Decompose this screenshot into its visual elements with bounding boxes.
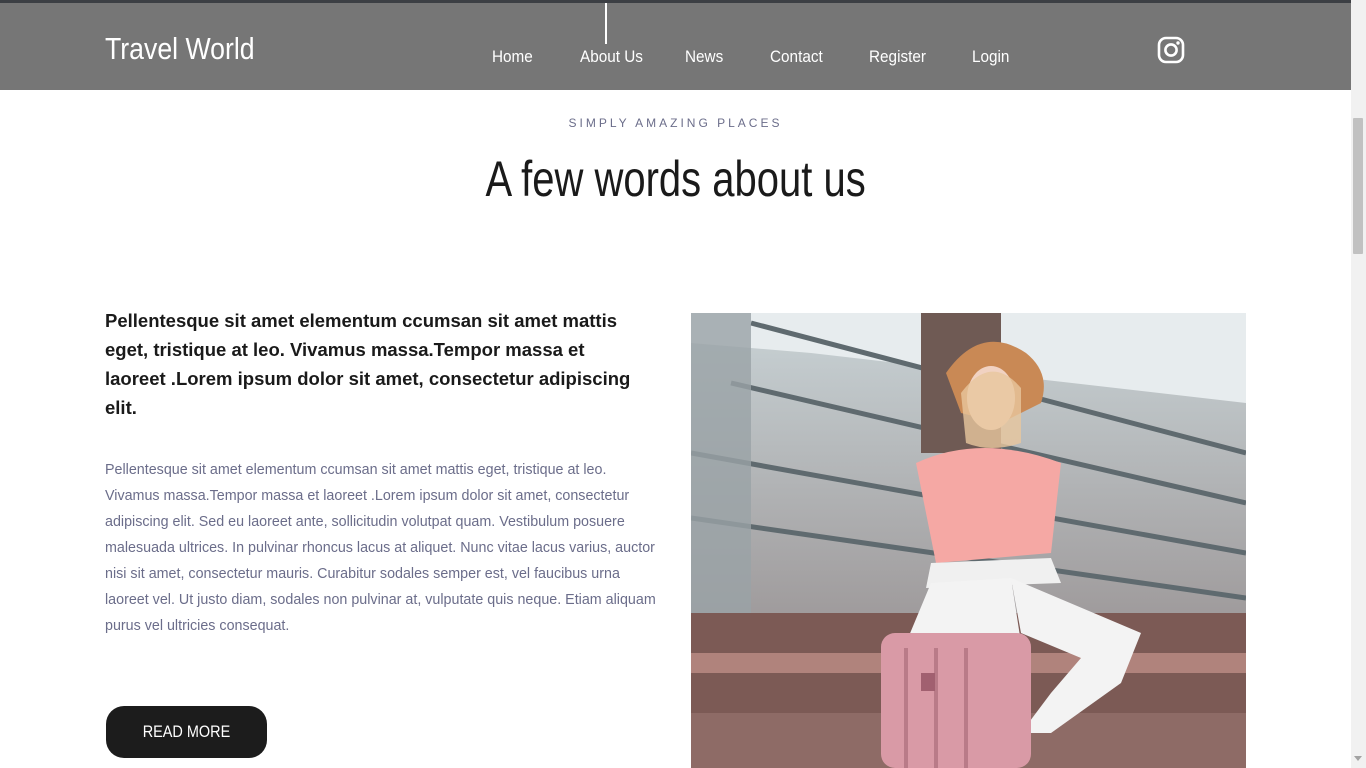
- traveler-photo: [691, 313, 1246, 768]
- traveler-illustration: [691, 313, 1246, 768]
- nav-news[interactable]: News: [685, 47, 723, 67]
- section-title-text: A few words about us: [485, 151, 866, 207]
- nav-home[interactable]: Home: [492, 47, 533, 67]
- nav-about-us[interactable]: About Us: [580, 47, 643, 67]
- nav-register[interactable]: Register: [869, 47, 926, 67]
- instagram-icon[interactable]: [1157, 36, 1185, 64]
- nav-active-indicator: [605, 3, 607, 44]
- section-eyebrow: SIMPLY AMAZING PLACES: [568, 116, 783, 130]
- scrollbar-thumb[interactable]: [1353, 118, 1363, 254]
- nav-contact[interactable]: Contact: [770, 47, 823, 67]
- scroll-down-arrow-icon[interactable]: [1354, 756, 1362, 761]
- read-more-button[interactable]: READ MORE: [106, 706, 267, 758]
- nav-login[interactable]: Login: [972, 47, 1009, 67]
- read-more-label: READ MORE: [142, 722, 231, 741]
- body-paragraph: Pellentesque sit amet elementum ccumsan …: [105, 462, 656, 634]
- site-logo[interactable]: Travel World: [105, 31, 255, 67]
- site-header: Travel World Home About Us News Contact …: [0, 3, 1351, 90]
- lead-paragraph: Pellentesque sit amet elementum ccumsan …: [105, 310, 631, 418]
- section-title: A few words about us: [0, 150, 1351, 208]
- scrollbar[interactable]: [1351, 0, 1366, 768]
